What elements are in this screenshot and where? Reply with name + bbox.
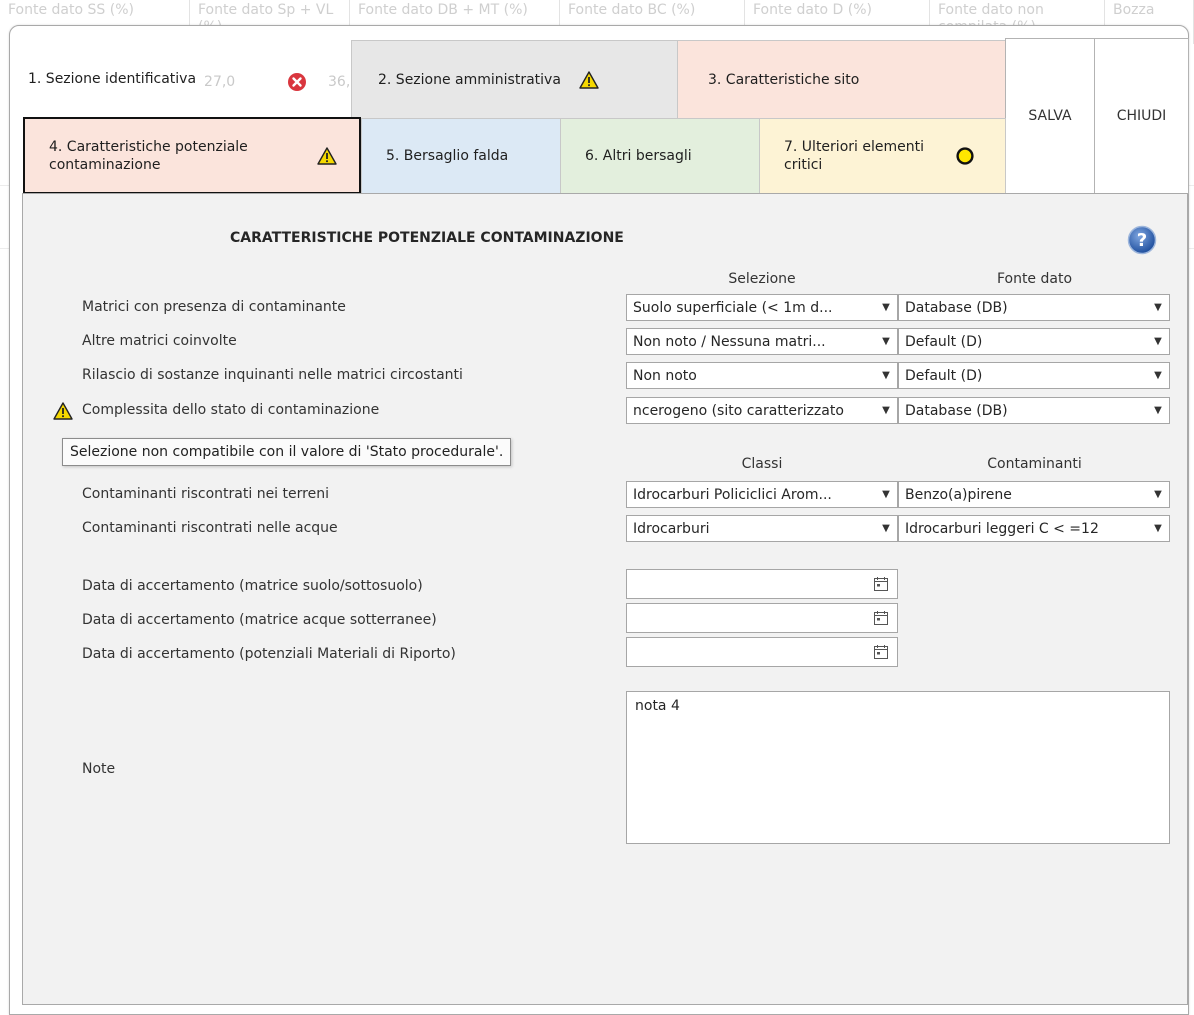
tab-label: 5. Bersaglio falda (386, 148, 509, 164)
chevron-down-icon: ▼ (882, 302, 890, 313)
validation-tooltip: Selezione non compatibile con il valore … (62, 438, 512, 466)
source-dropdown-altre-matrici[interactable]: Default (D) ▼ (898, 328, 1170, 355)
dropdown-value: ncerogeno (sito caratterizzato (633, 402, 844, 419)
tab-label: 6. Altri bersagli (585, 148, 692, 164)
save-button[interactable]: SALVA (1005, 38, 1095, 194)
column-header-fonte-dato: Fonte dato (996, 271, 1073, 287)
chevron-down-icon: ▼ (1154, 405, 1162, 416)
tab-ulteriori-elementi-critici[interactable]: 7. Ulteriori elementi critici (759, 118, 1006, 194)
chevron-down-icon: ▼ (1154, 336, 1162, 347)
chevron-down-icon: ▼ (1154, 302, 1162, 313)
calendar-icon[interactable] (873, 576, 889, 592)
tab-label: 1. Sezione identificativa (28, 71, 197, 87)
tab-altri-bersagli[interactable]: 6. Altri bersagli (560, 118, 760, 194)
row-label-altre-matrici: Altre matrici coinvolte (82, 333, 237, 349)
dropdown-value: Database (DB) (905, 299, 1008, 316)
selection-dropdown-complessita[interactable]: ncerogeno (sito caratterizzato ▼ (626, 397, 898, 424)
chevron-down-icon: ▼ (882, 336, 890, 347)
dropdown-value: Idrocarburi leggeri C < =12 (905, 520, 1099, 537)
tab-label: 7. Ulteriori elementi critici (784, 139, 924, 173)
warning-icon (579, 70, 599, 89)
dropdown-value: Idrocarburi (633, 520, 710, 537)
warning-icon (53, 402, 73, 420)
tab-sezione-identificativa[interactable]: 1. Sezione identificativa 27,0 36, (10, 40, 351, 118)
warning-icon (317, 146, 337, 165)
row-label-contaminanti-acque: Contaminanti riscontrati nelle acque (82, 520, 338, 536)
calendar-icon[interactable] (873, 610, 889, 626)
date-field-acque[interactable] (626, 603, 898, 633)
dropdown-value: Non noto (633, 367, 697, 384)
column-header-classi: Classi (741, 456, 783, 472)
source-dropdown-complessita[interactable]: Database (DB) ▼ (898, 397, 1170, 424)
row-label-data-riporto: Data di accertamento (potenziali Materia… (82, 646, 456, 662)
section-title: CARATTERISTICHE POTENZIALE CONTAMINAZION… (230, 230, 624, 246)
column-header-contaminanti: Contaminanti (987, 456, 1082, 472)
tab-caratteristiche-potenziale-contaminazione[interactable]: 4. Caratteristiche potenziale contaminaz… (23, 117, 361, 194)
source-dropdown-rilascio[interactable]: Default (D) ▼ (898, 362, 1170, 389)
selection-dropdown-altre-matrici[interactable]: Non noto / Nessuna matri... ▼ (626, 328, 898, 355)
contaminant-dropdown-acque[interactable]: Idrocarburi leggeri C < =12 ▼ (898, 515, 1170, 542)
contaminant-dropdown-terreni[interactable]: Benzo(a)pirene ▼ (898, 481, 1170, 508)
tab-bersaglio-falda[interactable]: 5. Bersaglio falda (361, 118, 561, 194)
tab-sezione-amministrativa[interactable]: 2. Sezione amministrativa (351, 40, 678, 119)
close-button[interactable]: CHIUDI (1094, 38, 1189, 194)
chevron-down-icon: ▼ (1154, 489, 1162, 500)
dropdown-value: Database (DB) (905, 402, 1008, 419)
chevron-down-icon: ▼ (1154, 370, 1162, 381)
source-dropdown-matrici[interactable]: Database (DB) ▼ (898, 294, 1170, 321)
tab-label: 4. Caratteristiche potenziale contaminaz… (49, 138, 248, 173)
help-icon[interactable]: ? (1127, 225, 1157, 255)
chevron-down-icon: ▼ (882, 370, 890, 381)
calendar-icon[interactable] (873, 644, 889, 660)
row-label-matrici: Matrici con presenza di contaminante (82, 299, 346, 315)
chevron-down-icon: ▼ (882, 489, 890, 500)
class-dropdown-terreni[interactable]: Idrocarburi Policiclici Arom... ▼ (626, 481, 898, 508)
tab-caratteristiche-sito[interactable]: 3. Caratteristiche sito (677, 40, 1006, 119)
row-label-data-suolo: Data di accertamento (matrice suolo/sott… (82, 578, 423, 594)
selection-dropdown-matrici[interactable]: Suolo superficiale (< 1m d... ▼ (626, 294, 898, 321)
dropdown-value: Benzo(a)pirene (905, 486, 1012, 503)
dropdown-value: Non noto / Nessuna matri... (633, 333, 826, 350)
date-field-riporto[interactable] (626, 637, 898, 667)
row-label-complessita: Complessita dello stato di contaminazion… (82, 402, 380, 418)
tab-label: 2. Sezione amministrativa (378, 71, 561, 88)
chevron-down-icon: ▼ (1154, 523, 1162, 534)
error-icon (288, 73, 306, 91)
row-label-contaminanti-terreni: Contaminanti riscontrati nei terreni (82, 486, 329, 502)
notes-textarea[interactable]: nota 4 (626, 691, 1170, 844)
row-label-data-acque: Data di accertamento (matrice acque sott… (82, 612, 437, 628)
dropdown-value: Default (D) (905, 367, 983, 384)
row-label-rilascio: Rilascio di sostanze inquinanti nelle ma… (82, 367, 463, 383)
dropdown-value: Idrocarburi Policiclici Arom... (633, 486, 832, 503)
chevron-down-icon: ▼ (882, 405, 890, 416)
dropdown-value: Suolo superficiale (< 1m d... (633, 299, 833, 316)
class-dropdown-acque[interactable]: Idrocarburi ▼ (626, 515, 898, 542)
dropdown-value: Default (D) (905, 333, 983, 350)
selection-dropdown-rilascio[interactable]: Non noto ▼ (626, 362, 898, 389)
bg-cell-value: 27,0 (204, 74, 236, 90)
notes-label: Note (82, 761, 116, 777)
tab-label: 3. Caratteristiche sito (708, 71, 860, 88)
date-field-suolo[interactable] (626, 569, 898, 599)
column-header-selezione: Selezione (728, 271, 796, 287)
bg-cell-value: 36, (328, 74, 351, 90)
svg-text:?: ? (1137, 230, 1147, 251)
chevron-down-icon: ▼ (882, 523, 890, 534)
yellow-circle-icon (956, 147, 974, 165)
